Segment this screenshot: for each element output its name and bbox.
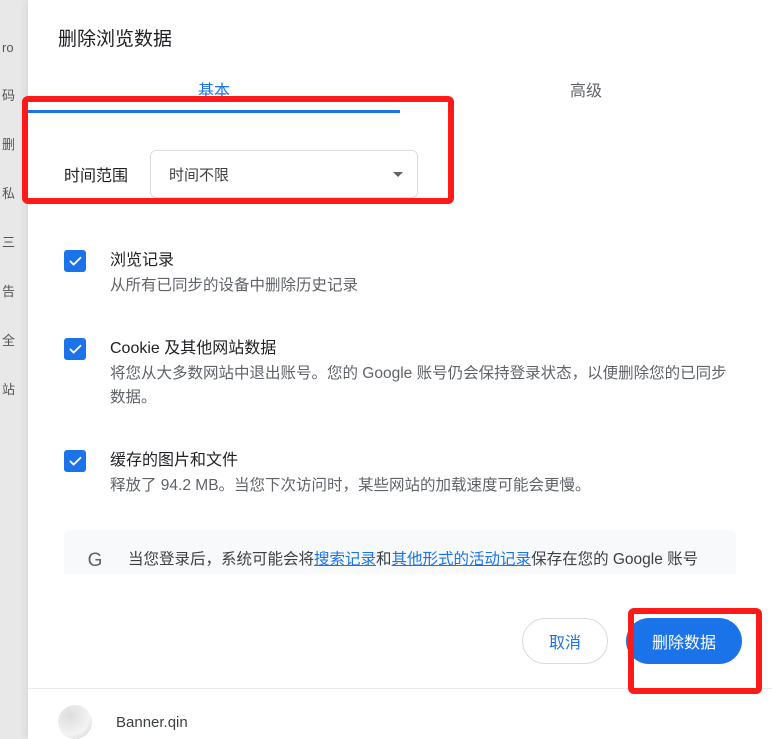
tab-advanced[interactable]: 高级: [400, 67, 772, 113]
option-cookies[interactable]: Cookie 及其他网站数据 将您从大多数网站中退出账号。您的 Google 账…: [58, 316, 742, 428]
check-icon: [68, 254, 83, 269]
dialog-footer: 取消 删除数据: [28, 574, 772, 688]
link-search-history[interactable]: 搜索记录: [314, 551, 376, 568]
time-range-value: 时间不限: [169, 164, 229, 185]
check-icon: [68, 454, 83, 469]
option-title: 缓存的图片和文件: [110, 446, 736, 470]
option-title: Cookie 及其他网站数据: [110, 334, 736, 358]
check-icon: [68, 342, 83, 357]
time-range-row: 时间范围 时间不限: [58, 114, 742, 228]
cancel-button[interactable]: 取消: [522, 618, 608, 664]
time-range-select[interactable]: 时间不限: [150, 150, 418, 198]
link-other-activity[interactable]: 其他形式的活动记录: [392, 551, 532, 568]
option-title: 浏览记录: [110, 246, 736, 270]
option-desc: 释放了 94.2 MB。当您下次访问时，某些网站的加载速度可能会更慢。: [110, 474, 736, 498]
option-desc: 从所有已同步的设备中删除历史记录: [110, 274, 736, 298]
chevron-down-icon: [393, 172, 403, 177]
option-cache[interactable]: 缓存的图片和文件 释放了 94.2 MB。当您下次访问时，某些网站的加载速度可能…: [58, 428, 742, 516]
account-row: Banner.qin: [28, 688, 772, 739]
tabs: 基本 高级: [28, 67, 772, 114]
info-text: 当您登录后，系统可能会将搜索记录和其他形式的活动记录保存在您的 Google 账…: [128, 548, 716, 574]
account-name: Banner.qin: [116, 714, 188, 731]
time-range-label: 时间范围: [64, 162, 128, 186]
dialog-content: 时间范围 时间不限 浏览记录 从所有已同步的设备中删除历史记录 Cookie 及…: [28, 114, 772, 574]
tab-indicator: [28, 110, 400, 113]
clear-browsing-data-dialog: 删除浏览数据 基本 高级 时间范围 时间不限 浏览记录 从所有已同步的设备中删除…: [28, 0, 772, 739]
avatar: [58, 705, 92, 739]
google-account-info: G 当您登录后，系统可能会将搜索记录和其他形式的活动记录保存在您的 Google…: [64, 530, 736, 574]
google-logo-icon: G: [84, 550, 106, 572]
background-sidebar: ro 码 删 私 三 告 全 站: [0, 0, 28, 739]
dialog-title: 删除浏览数据: [28, 0, 772, 67]
option-desc: 将您从大多数网站中退出账号。您的 Google 账号仍会保持登录状态，以便删除您…: [110, 362, 736, 410]
option-text: 缓存的图片和文件 释放了 94.2 MB。当您下次访问时，某些网站的加载速度可能…: [110, 446, 736, 498]
checkbox-cache[interactable]: [64, 450, 86, 472]
delete-data-button[interactable]: 删除数据: [626, 618, 742, 664]
option-text: 浏览记录 从所有已同步的设备中删除历史记录: [110, 246, 736, 298]
checkbox-history[interactable]: [64, 250, 86, 272]
tab-basic[interactable]: 基本: [28, 67, 400, 113]
option-text: Cookie 及其他网站数据 将您从大多数网站中退出账号。您的 Google 账…: [110, 334, 736, 410]
checkbox-cookies[interactable]: [64, 338, 86, 360]
option-browsing-history[interactable]: 浏览记录 从所有已同步的设备中删除历史记录: [58, 228, 742, 316]
